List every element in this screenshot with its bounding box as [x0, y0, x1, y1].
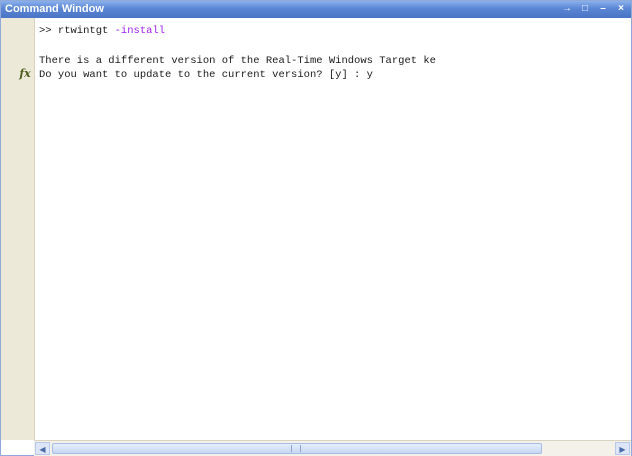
command-text: rtwintgt: [57, 25, 109, 37]
minimize-button[interactable]: –: [595, 2, 611, 16]
scrollbar-grip: [291, 445, 301, 452]
command-argument: -install: [108, 25, 166, 37]
scroll-right-icon[interactable]: ▶: [615, 442, 630, 455]
command-window: Command Window → □ – × fx >> rtwintgt -i…: [0, 0, 632, 456]
output-line: Do you want to update to the current ver…: [39, 69, 373, 81]
title-bar[interactable]: Command Window → □ – ×: [1, 1, 631, 18]
command-line: >> rtwintgt -install: [39, 24, 165, 38]
prompt: >>: [39, 25, 58, 37]
close-button[interactable]: ×: [613, 2, 629, 16]
scroll-left-icon[interactable]: ◀: [35, 442, 50, 455]
scrollbar-thumb[interactable]: [52, 443, 542, 454]
gutter: fx: [1, 18, 35, 440]
maximize-button[interactable]: □: [577, 2, 593, 16]
function-browser-icon[interactable]: fx: [18, 67, 32, 81]
output-line: There is a different version of the Real…: [39, 55, 436, 67]
window-title: Command Window: [5, 3, 104, 15]
undock-button[interactable]: →: [559, 2, 575, 16]
console-text-area[interactable]: >> rtwintgt -install There is a differen…: [39, 23, 629, 435]
horizontal-scrollbar[interactable]: ◀ ▶: [34, 440, 631, 456]
